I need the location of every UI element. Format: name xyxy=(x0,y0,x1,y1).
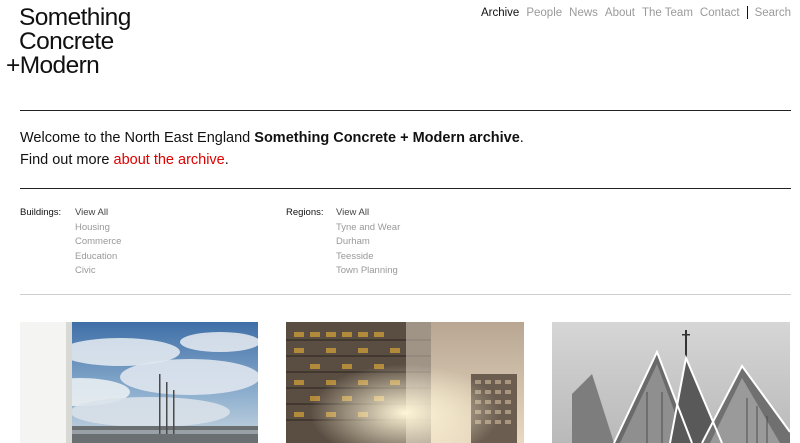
intro-archive-name: Something Concrete + Modern archive xyxy=(254,130,520,146)
buildings-filter-view-all[interactable]: View All xyxy=(75,205,121,220)
regions-filter-list: View All Tyne and Wear Durham Teesside T… xyxy=(336,205,400,278)
intro-line-1: Welcome to the North East England Someth… xyxy=(20,127,524,149)
logo-line-2: Concrete xyxy=(19,28,114,55)
logo-line-1: Something xyxy=(19,4,131,31)
nav-separator xyxy=(746,6,748,19)
regions-filter-teesside[interactable]: Teesside xyxy=(336,249,400,264)
buildings-filter-label: Buildings: xyxy=(20,207,62,218)
buildings-filter-housing[interactable]: Housing xyxy=(75,220,121,235)
regions-filter-durham[interactable]: Durham xyxy=(336,234,400,249)
building-photo-tower-blocks xyxy=(286,322,524,443)
buildings-filter-education[interactable]: Education xyxy=(75,249,121,264)
buildings-filter-commerce[interactable]: Commerce xyxy=(75,234,121,249)
divider-top xyxy=(20,110,791,111)
nav-about[interactable]: About xyxy=(605,7,635,19)
building-photo-sky-flagpoles xyxy=(20,322,258,443)
building-photo-church-bw xyxy=(552,322,790,443)
intro-prefix: Welcome to the North East England xyxy=(20,130,255,146)
nav-search[interactable]: Search xyxy=(755,7,791,19)
nav-contact[interactable]: Contact xyxy=(700,7,740,19)
nav-news[interactable]: News xyxy=(569,7,598,19)
nav-the-team[interactable]: The Team xyxy=(642,7,693,19)
intro-text: Welcome to the North East England Someth… xyxy=(20,127,524,171)
logo-line-3: +Modern xyxy=(6,52,100,79)
buildings-filter-civic[interactable]: Civic xyxy=(75,263,121,278)
regions-filter-town-planning[interactable]: Town Planning xyxy=(336,263,400,278)
nav-people[interactable]: People xyxy=(526,7,562,19)
building-card[interactable] xyxy=(20,322,258,443)
site-logo[interactable]: Something Concrete +Modern xyxy=(6,4,131,79)
nav-archive[interactable]: Archive xyxy=(481,7,519,19)
intro-suffix: . xyxy=(519,130,524,146)
regions-filter-view-all[interactable]: View All xyxy=(336,205,400,220)
regions-filter-label: Regions: xyxy=(286,207,324,218)
top-navigation: Archive People News About The Team Conta… xyxy=(474,6,791,19)
intro-line-2: Find out more about the archive. xyxy=(20,149,524,171)
intro-line2-prefix: Find out more xyxy=(20,152,114,168)
intro-line2-suffix: . xyxy=(224,152,229,168)
building-card[interactable] xyxy=(552,322,790,443)
regions-filter-tyne-and-wear[interactable]: Tyne and Wear xyxy=(336,220,400,235)
divider-bottom xyxy=(20,294,791,295)
divider-middle xyxy=(20,188,791,189)
building-card[interactable] xyxy=(286,322,524,443)
buildings-filter-list: View All Housing Commerce Education Civi… xyxy=(75,205,121,278)
about-archive-link[interactable]: about the archive xyxy=(114,152,225,168)
